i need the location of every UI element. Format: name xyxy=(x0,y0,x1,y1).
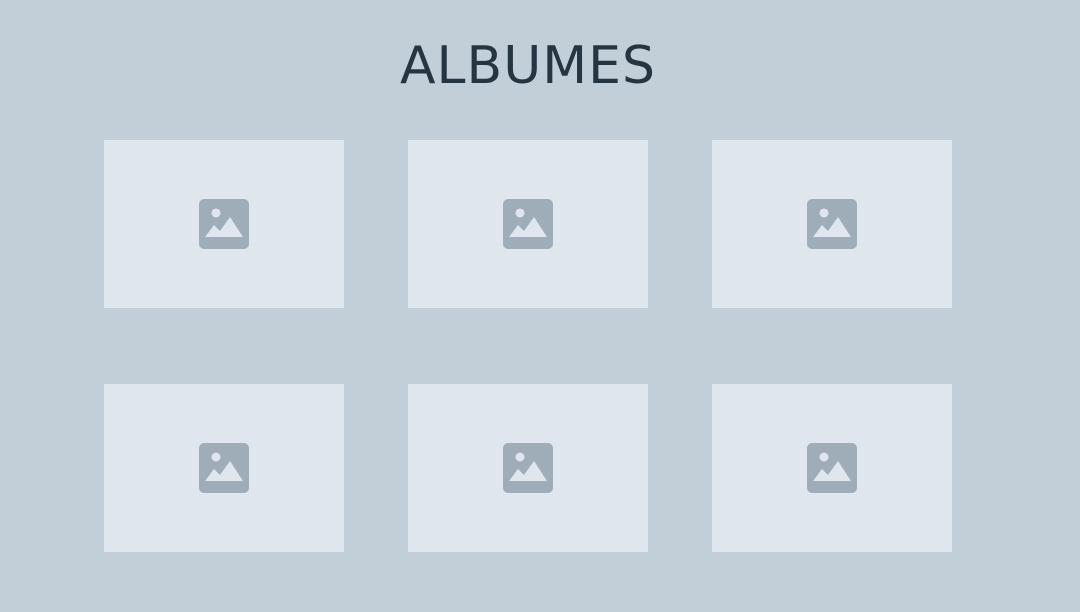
album-card[interactable] xyxy=(712,140,952,308)
image-placeholder-icon xyxy=(807,199,857,249)
image-placeholder-icon xyxy=(503,443,553,493)
image-placeholder-icon xyxy=(199,443,249,493)
image-placeholder-icon xyxy=(199,199,249,249)
album-card[interactable] xyxy=(408,384,648,552)
albums-page: ALBUMES xyxy=(0,0,1080,612)
album-grid xyxy=(104,140,952,552)
image-placeholder-icon xyxy=(503,199,553,249)
album-card[interactable] xyxy=(408,140,648,308)
image-placeholder-icon xyxy=(807,443,857,493)
album-card[interactable] xyxy=(104,384,344,552)
album-card[interactable] xyxy=(104,140,344,308)
album-card[interactable] xyxy=(712,384,952,552)
page-title: ALBUMES xyxy=(399,36,656,96)
